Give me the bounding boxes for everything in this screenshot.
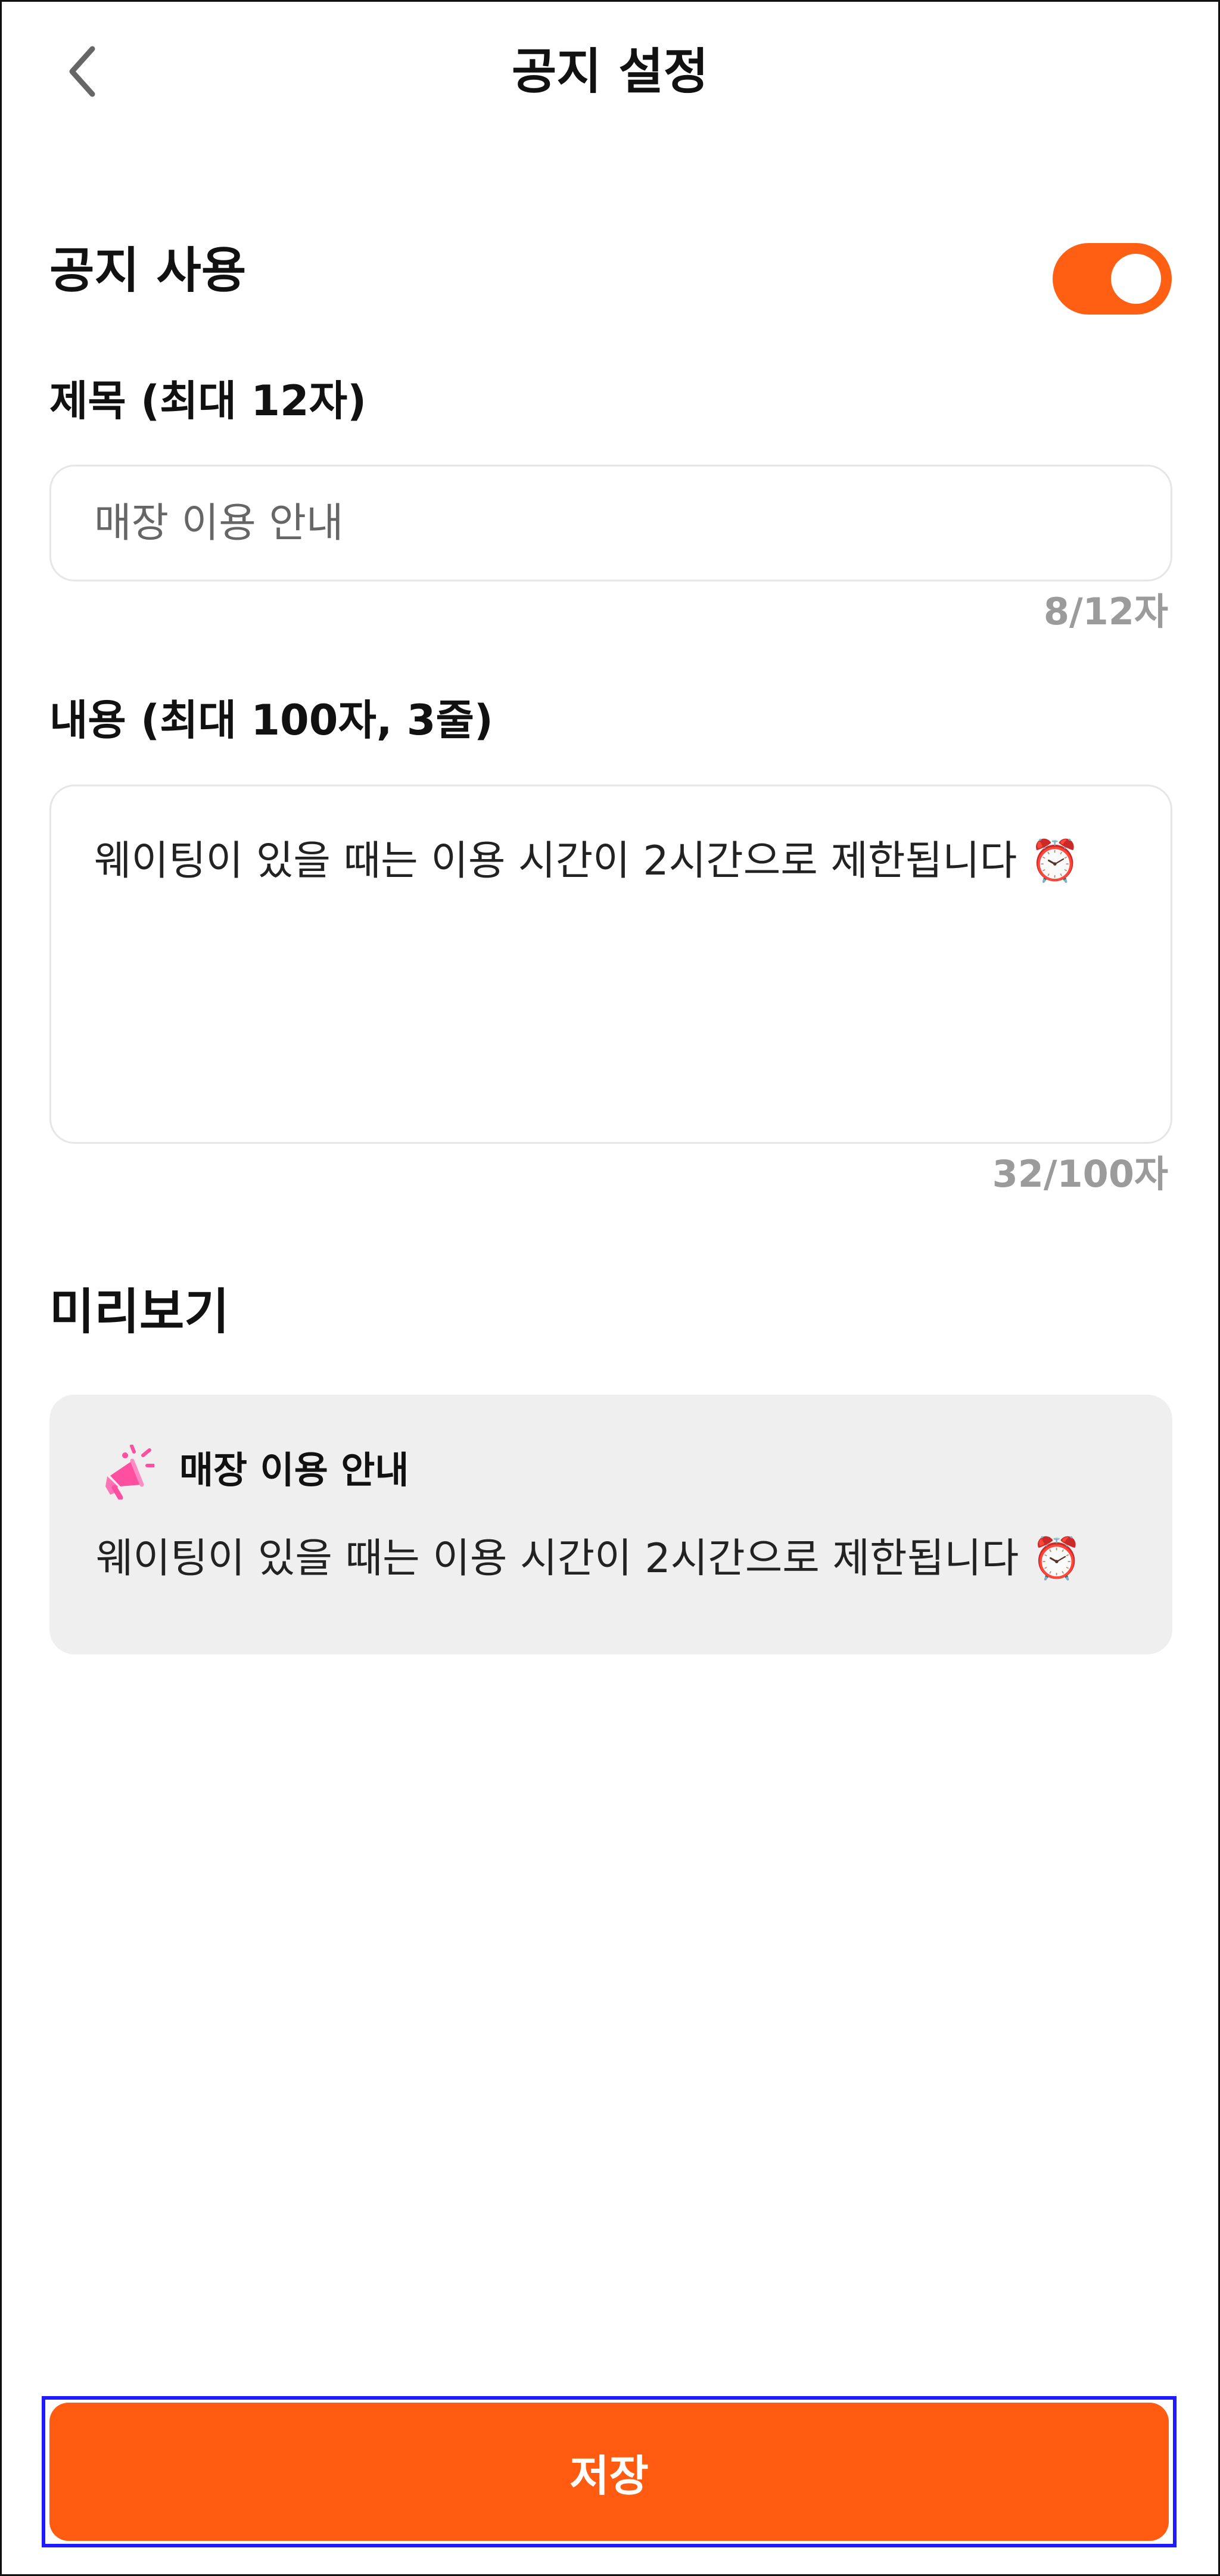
notice-enable-toggle[interactable] [1053, 243, 1172, 315]
page-title: 공지 설정 [511, 43, 709, 100]
notice-preview-card: 매장 이용 안내 웨이팅이 있을 때는 이용 시간이 2시간으로 제한됩니다 ⏰ [49, 1395, 1172, 1654]
toggle-knob [1111, 254, 1161, 304]
content-textarea[interactable]: 웨이팅이 있을 때는 이용 시간이 2시간으로 제한됩니다 ⏰ [49, 785, 1172, 1144]
megaphone-icon [105, 1445, 154, 1499]
preview-title: 매장 이용 안내 [179, 1448, 409, 1492]
preview-body: 웨이팅이 있을 때는 이용 시간이 2시간으로 제한됩니다 ⏰ [96, 1535, 1082, 1582]
content-field-label: 내용 (최대 100자, 3줄) [49, 696, 493, 745]
preview-heading: 미리보기 [49, 1284, 229, 1340]
notice-enable-label: 공지 사용 [49, 242, 247, 299]
content-character-counter: 32/100자 [992, 1152, 1168, 1196]
title-character-counter: 8/12자 [1043, 590, 1168, 633]
title-input[interactable] [49, 465, 1172, 581]
notice-settings-screen: 공지 설정 공지 사용 제목 (최대 12자) 8/12자 내용 (최대 100… [0, 0, 1220, 2576]
title-field-label: 제목 (최대 12자) [49, 377, 367, 425]
save-button[interactable]: 저장 [49, 2403, 1169, 2541]
